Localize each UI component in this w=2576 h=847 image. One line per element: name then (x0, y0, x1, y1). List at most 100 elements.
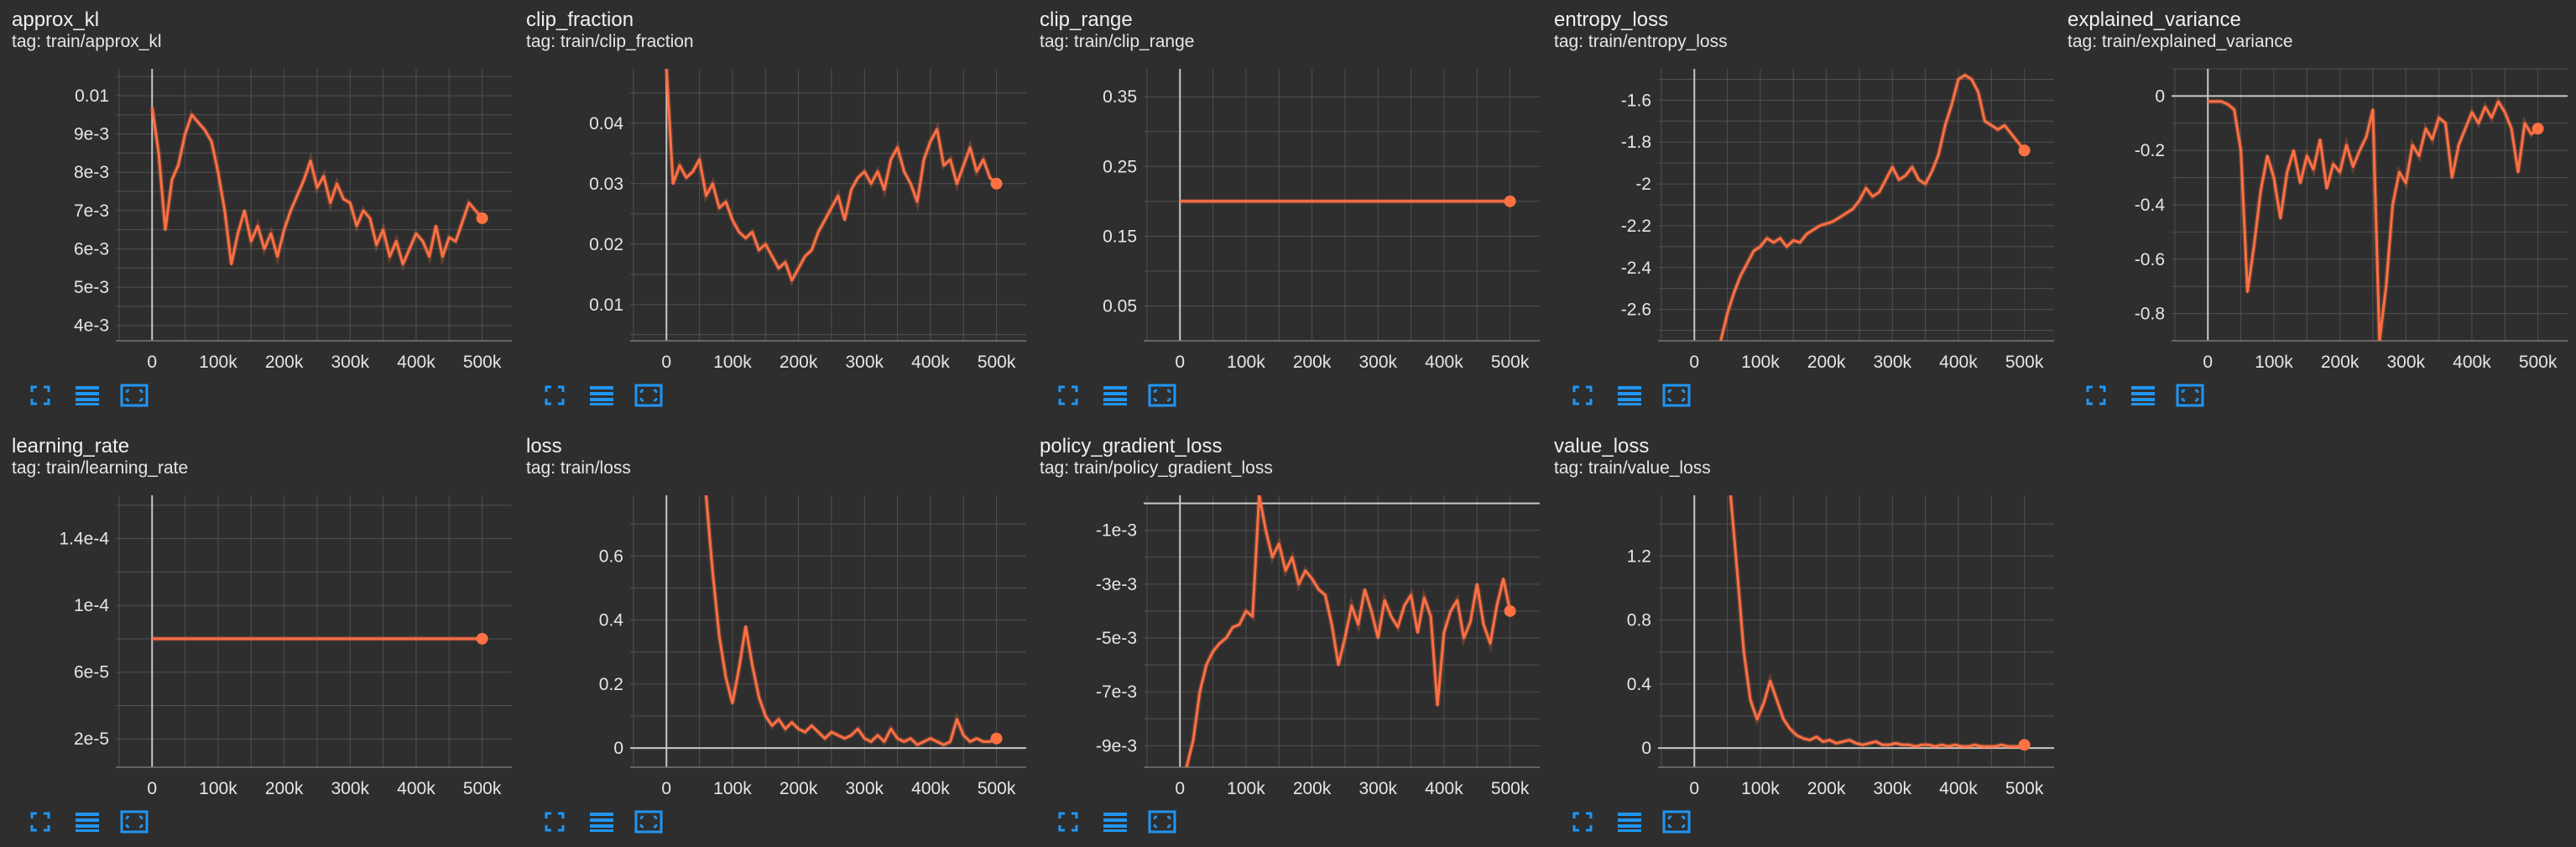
fullscreen-icon (2085, 384, 2107, 406)
fullscreen-button[interactable] (2079, 381, 2113, 410)
toggle-y-log-button[interactable] (1613, 381, 1646, 410)
chart-card-loss: loss tag: train/loss 0 100k 200k 300k 400k 500k… (514, 426, 1026, 846)
chart-plot: 0 100k 200k 300k 400k 500k -2.6 -2.4 -2.2 -2 -1.8 -… (1621, 69, 2054, 372)
toggle-y-log-icon (75, 811, 100, 833)
chart-plot: 0 100k 200k 300k 400k 500k 0.01 0.02 0.03 0.04 (589, 69, 1026, 372)
fullscreen-button[interactable] (1051, 381, 1085, 410)
x-tick-label: 400k (911, 779, 950, 798)
toggle-y-log-icon (1617, 384, 1642, 406)
y-tick-label: 0.4 (1627, 675, 1652, 694)
chart-controls (23, 381, 151, 410)
x-tick-label: 200k (265, 779, 304, 798)
chart-controls (1051, 808, 1179, 836)
y-tick-label: 0.25 (1103, 157, 1137, 176)
x-tick-label: 100k (199, 779, 237, 798)
fullscreen-button[interactable] (1566, 808, 1599, 836)
toggle-y-log-button[interactable] (585, 381, 618, 410)
fit-domain-button[interactable] (1660, 808, 1693, 836)
last-value-dot (476, 212, 488, 224)
toggle-y-log-icon (589, 811, 614, 833)
x-tick-label: 0 (2203, 353, 2213, 372)
x-tick-label: 500k (2005, 779, 2044, 798)
fit-domain-icon (1148, 384, 1176, 407)
fit-domain-button[interactable] (2173, 381, 2207, 410)
x-tick-label: 300k (2386, 353, 2425, 372)
x-tick-label: 100k (713, 353, 752, 372)
toggle-y-log-icon (2130, 384, 2156, 406)
fullscreen-button[interactable] (538, 381, 571, 410)
x-tick-label: 300k (1873, 779, 1911, 798)
y-tick-label: -2 (1635, 175, 1651, 194)
x-tick-label: 500k (1491, 353, 1530, 372)
fit-domain-button[interactable] (632, 808, 665, 836)
y-tick-label: 6e-3 (74, 239, 109, 259)
chart-plot: 0 100k 200k 300k 400k 500k 0.05 0.15 0.25 0.35 (1103, 69, 1540, 372)
toggle-y-log-button[interactable] (70, 381, 104, 410)
fullscreen-button[interactable] (1051, 808, 1085, 836)
x-tick-label: 100k (1741, 779, 1780, 798)
fullscreen-button[interactable] (1566, 381, 1599, 410)
x-tick-label: 200k (1293, 779, 1332, 798)
x-tick-label: 200k (1293, 353, 1332, 372)
fit-domain-button[interactable] (1145, 381, 1179, 410)
x-tick-label: 0 (661, 779, 671, 798)
raw-series-shadow (1728, 495, 2026, 750)
chart-controls (1566, 381, 1693, 410)
fullscreen-button[interactable] (538, 808, 571, 836)
y-tick-label: 0.35 (1103, 87, 1137, 107)
x-tick-label: 300k (1358, 779, 1397, 798)
y-tick-label: 4e-3 (74, 316, 109, 336)
fit-domain-button[interactable] (1660, 381, 1693, 410)
fullscreen-icon (29, 811, 51, 833)
fit-domain-icon (1148, 810, 1176, 834)
x-tick-label: 200k (780, 779, 818, 798)
fit-domain-button[interactable] (632, 381, 665, 410)
chart-controls (23, 808, 151, 836)
fit-domain-icon (120, 384, 149, 407)
series-group (1728, 495, 2026, 750)
x-tick-label: 400k (397, 353, 435, 372)
fullscreen-button[interactable] (23, 381, 57, 410)
fullscreen-icon (1057, 811, 1079, 833)
toggle-y-log-button[interactable] (70, 808, 104, 836)
fit-domain-icon (1662, 810, 1691, 834)
y-tick-label: 0.01 (589, 295, 623, 315)
toggle-y-log-button[interactable] (585, 808, 618, 836)
toggle-y-log-button[interactable] (2126, 381, 2160, 410)
fullscreen-button[interactable] (23, 808, 57, 836)
toggle-y-log-button[interactable] (1098, 808, 1132, 836)
toggle-y-log-icon (75, 384, 100, 406)
toggle-y-log-button[interactable] (1098, 381, 1132, 410)
y-tick-label: -9e-3 (1096, 736, 1137, 756)
fit-domain-button[interactable] (117, 381, 151, 410)
y-tick-label: -0.4 (2135, 196, 2166, 215)
chart-plot: 0 100k 200k 300k 400k 500k 4e-3 5e-3 6e-3 7e-3 8e-… (74, 69, 512, 372)
x-tick-label: 200k (780, 353, 818, 372)
chart-card-clip-fraction: clip_fraction tag: train/clip_fraction 0 10… (514, 0, 1026, 420)
fit-domain-button[interactable] (1145, 808, 1179, 836)
x-tick-label: 100k (1227, 779, 1265, 798)
x-tick-label: 100k (1227, 353, 1265, 372)
fit-domain-icon (120, 810, 149, 834)
y-tick-label: -0.8 (2135, 305, 2165, 324)
y-tick-label: 1.4e-4 (59, 530, 109, 549)
x-tick-label: 400k (911, 353, 950, 372)
fit-domain-button[interactable] (117, 808, 151, 836)
chart-controls (1566, 808, 1693, 836)
y-tick-label: 9e-3 (74, 125, 109, 144)
x-tick-label: 300k (845, 779, 884, 798)
x-tick-label: 400k (1425, 779, 1463, 798)
series-group (1184, 495, 1513, 767)
toggle-y-log-button[interactable] (1613, 808, 1646, 836)
y-tick-label: -0.2 (2135, 141, 2165, 160)
y-tick-label: 6e-5 (74, 663, 109, 682)
last-value-dot (1504, 604, 1516, 617)
y-tick-label: 0.4 (599, 611, 624, 630)
smoothed-series-line (1719, 74, 2026, 341)
chart-card-explained-variance: explained_variance tag: train/explained_v… (2056, 0, 2568, 420)
y-tick-label: -2.2 (1621, 217, 1651, 236)
toggle-y-log-icon (1103, 384, 1128, 406)
y-tick-label: 0.01 (75, 86, 109, 106)
chart-controls (538, 381, 665, 410)
y-tick-label: -5e-3 (1096, 629, 1137, 648)
